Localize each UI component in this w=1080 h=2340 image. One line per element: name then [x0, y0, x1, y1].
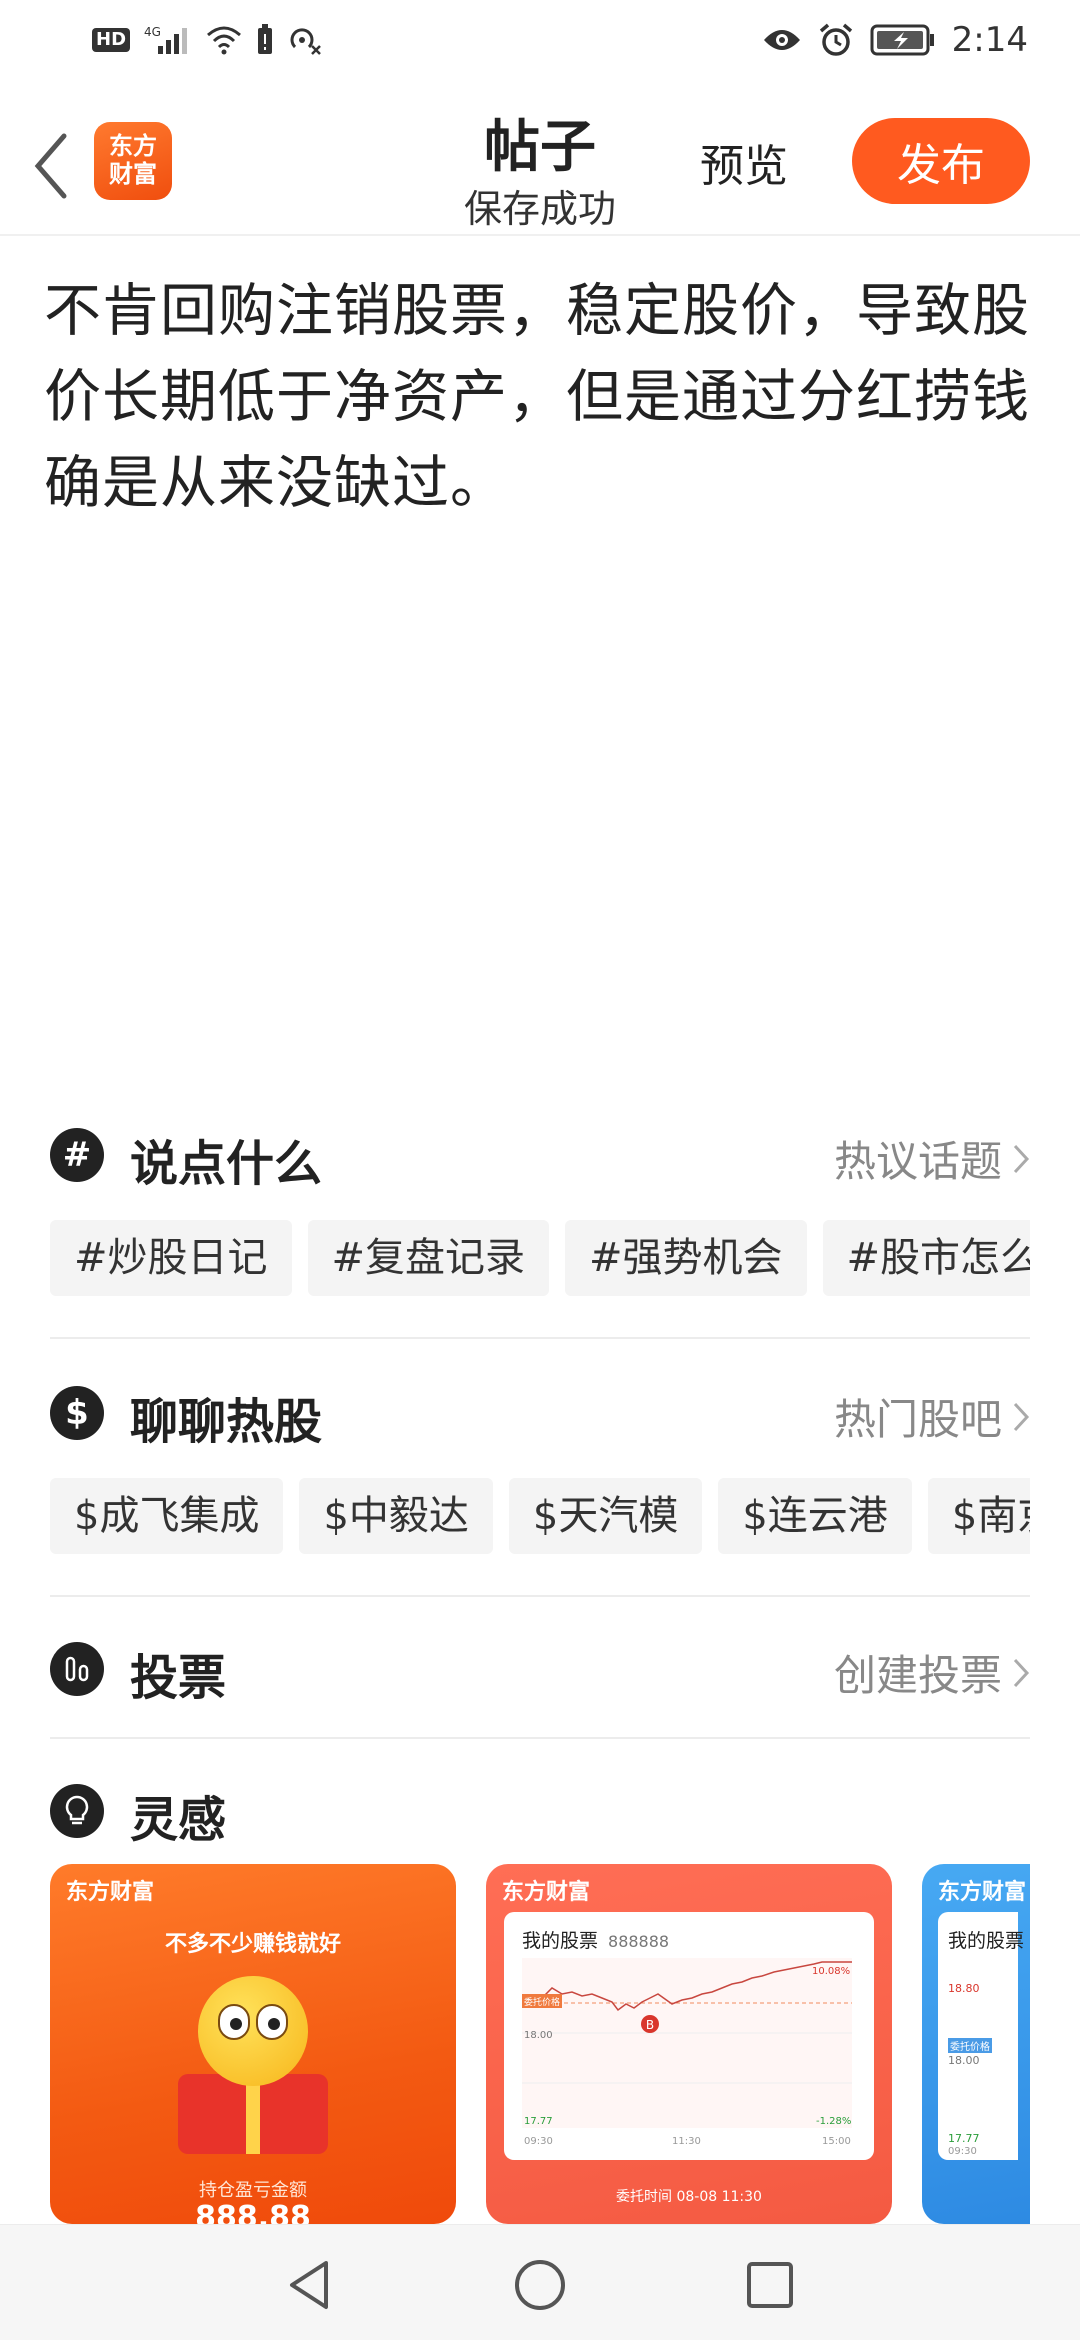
- stock-chip[interactable]: $南京: [927, 1478, 1030, 1554]
- section-divider: [50, 1337, 1030, 1339]
- inspiration-card-stock-chart[interactable]: 东方财富 我的股票 888888 B 委托价格 10.08% 18.00 17.7…: [486, 1864, 892, 2224]
- low-price-label: 17.77: [524, 2116, 553, 2127]
- chevron-right-icon: [1013, 1144, 1030, 1173]
- topic-chip[interactable]: #强势机会: [565, 1220, 807, 1296]
- mid-price-label: 18.00: [524, 2030, 553, 2041]
- stock-chart-name: 我的股票: [522, 1930, 599, 1952]
- signal-icon: 4G: [144, 25, 188, 54]
- topic-chip[interactable]: #复盘记录: [307, 1220, 550, 1296]
- stock-chips-row: $成飞集成$中毅达$天汽模$连云港$南京: [50, 1478, 1030, 1554]
- mascot-pupil: [268, 2018, 280, 2030]
- stock-line-chart: B 委托价格 10.08% 18.00 17.77 -1.28% 09:30 1…: [522, 1958, 852, 2147]
- stocks-section-title: 聊聊热股: [130, 1394, 323, 1450]
- order-price-tag: 委托价格: [948, 2038, 992, 2053]
- status-bar: HD 4G 2:14: [0, 0, 1080, 86]
- post-content-editor[interactable]: 不肯回购注销股票，稳定股价，导致股价长期低于净资产，但是通过分红捞钱确是从来没缺…: [44, 268, 1044, 526]
- wifi-icon: [207, 26, 242, 55]
- hot-stocks-label: 热门股吧: [833, 1395, 1002, 1444]
- buy-marker-label: B: [646, 2018, 654, 2032]
- poll-bars-glyph: [65, 1656, 89, 1682]
- chevron-right-icon: [1013, 1658, 1030, 1687]
- time-mid-label: 11:30: [672, 2136, 701, 2147]
- mascot-eye-right: [256, 2004, 288, 2040]
- gift-box-illustration: [178, 2074, 328, 2154]
- inspiration-card-profit[interactable]: 东方财富 不多不少赚钱就好 持仓盈亏金额 888.88: [50, 1864, 456, 2224]
- topics-section-title: 说点什么: [130, 1136, 323, 1192]
- lightbulb-icon: [50, 1784, 104, 1838]
- top-bar: 东方 财富 帖子 保存成功 预览 发布: [0, 86, 1080, 236]
- hashtag-icon: #: [50, 1128, 104, 1182]
- card-profit-label: 持仓盈亏金额: [199, 2180, 307, 2201]
- stock-chart-name: 我的股票: [948, 1930, 1025, 1952]
- stock-chip[interactable]: $天汽模: [508, 1478, 703, 1554]
- hd-icon: HD: [92, 28, 131, 52]
- inspiration-section-header: 灵感: [50, 1776, 1030, 1848]
- system-navigation-bar: [0, 2224, 1080, 2340]
- nav-home-icon[interactable]: [510, 2255, 570, 2315]
- nav-recents-icon[interactable]: [740, 2255, 800, 2315]
- clock-time: 2:14: [951, 20, 1028, 60]
- topic-chip[interactable]: #炒股日记: [50, 1220, 292, 1296]
- section-divider: [50, 1595, 1030, 1597]
- section-divider: [50, 1737, 1030, 1739]
- stock-chart-code: 888888: [608, 1932, 670, 1951]
- mascot-eye-left: [218, 2004, 250, 2040]
- low-pct-label: -1.28%: [816, 2116, 851, 2127]
- card-profit-amount: 888.88: [195, 2200, 311, 2224]
- hot-topics-label: 热议话题: [833, 1137, 1002, 1186]
- inspiration-cards-row: 东方财富 不多不少赚钱就好 持仓盈亏金额 888.88 东方财富 我的股票 888…: [50, 1864, 1030, 2224]
- stock-chip[interactable]: $连云港: [718, 1478, 912, 1554]
- card-brand-label: 东方财富: [502, 1879, 591, 1905]
- lightbulb-glyph: [65, 1795, 89, 1825]
- mid-price-label: 18.00: [948, 2054, 980, 2067]
- battery-charging-icon: [870, 24, 934, 56]
- time-end-label: 15:00: [822, 2136, 851, 2147]
- chevron-right-icon: [1013, 1402, 1030, 1431]
- stock-chart-title: 我的股票 888888: [522, 1926, 669, 1953]
- battery-small-icon: [258, 24, 273, 54]
- create-vote-link[interactable]: 创建投票: [834, 1642, 1030, 1703]
- stock-chip[interactable]: $成飞集成: [50, 1478, 284, 1554]
- stocks-section-header: $ 聊聊热股 热门股吧: [50, 1378, 1030, 1450]
- publish-button[interactable]: 发布: [852, 118, 1030, 204]
- status-right: 2:14: [762, 20, 1028, 60]
- time-start-label: 09:30: [948, 2146, 977, 2157]
- inspiration-card-stock-chart-blue[interactable]: 东方财富 我的股票 18.80 委托价格 18.00 17.77 09:30: [922, 1864, 1030, 2224]
- high-pct-label: 10.08%: [812, 1966, 850, 1977]
- order-price-tag-label: 委托价格: [524, 1996, 560, 2008]
- eye-icon: [763, 30, 800, 50]
- dollar-icon: $: [50, 1386, 104, 1440]
- card-slogan: 不多不少赚钱就好: [164, 1932, 341, 1957]
- topic-chip[interactable]: #股市怎么看: [822, 1220, 1030, 1296]
- time-start-label: 09:30: [524, 2136, 553, 2147]
- poll-icon: [50, 1642, 104, 1696]
- gift-ribbon: [246, 2074, 260, 2154]
- order-time-footer: 委托时间 08-08 11:30: [616, 2189, 762, 2205]
- preview-button[interactable]: 预览: [700, 130, 788, 194]
- mascot-pupil: [230, 2018, 242, 2030]
- card-brand-label: 东方财富: [938, 1879, 1027, 1905]
- hot-topics-link[interactable]: 热议话题: [834, 1128, 1030, 1189]
- stock-chip[interactable]: $中毅达: [299, 1478, 493, 1554]
- topics-section-header: # 说点什么 热议话题: [50, 1120, 1030, 1192]
- hot-stocks-link[interactable]: 热门股吧: [834, 1386, 1030, 1447]
- vote-section-title: 投票: [130, 1650, 227, 1706]
- topic-chips-row: #炒股日记#复盘记录#强势机会#股市怎么看: [50, 1220, 1030, 1296]
- high-price-label: 18.80: [948, 1982, 980, 1995]
- stock-chart-panel: 我的股票 888888 B 委托价格 10.08% 18.00 17.77 -1.…: [504, 1912, 874, 2160]
- hotspot-icon: [290, 28, 321, 55]
- inspiration-section-title: 灵感: [130, 1792, 227, 1848]
- status-left: HD 4G: [92, 24, 322, 56]
- alarm-icon: [819, 23, 852, 56]
- low-price-label: 17.77: [948, 2132, 980, 2145]
- network-type-label: 4G: [144, 25, 161, 39]
- create-vote-label: 创建投票: [833, 1651, 1002, 1700]
- card-brand-label: 东方财富: [66, 1879, 155, 1905]
- stock-chart-panel: 我的股票 18.80 委托价格 18.00 17.77 09:30: [938, 1912, 1024, 2160]
- vote-section-header: 投票 创建投票: [50, 1634, 1030, 1706]
- emoji-mascot-illustration: [198, 1976, 308, 2086]
- nav-back-icon[interactable]: [280, 2255, 340, 2315]
